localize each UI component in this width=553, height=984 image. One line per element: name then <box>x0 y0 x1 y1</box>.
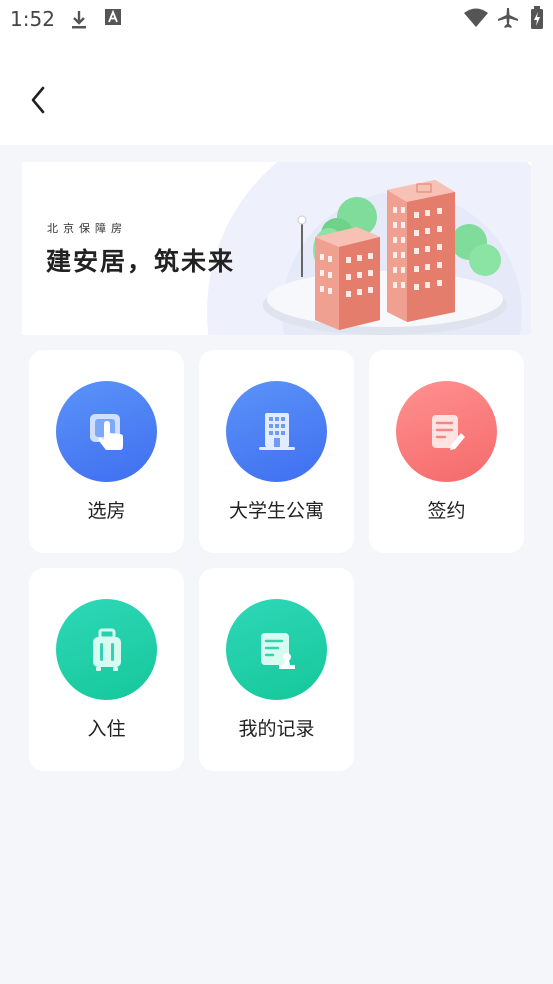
menu-card-check-in[interactable]: 入住 <box>29 568 184 771</box>
menu-label-student-apartment: 大学生公寓 <box>228 500 324 522</box>
menu-card-sign-contract[interactable]: 签约 <box>369 350 524 553</box>
status-time: 1:52 <box>10 7 55 31</box>
banner-title: 建安居，筑未来 <box>46 247 236 276</box>
banner[interactable]: 北京保障房 建安居，筑未来 <box>22 162 531 335</box>
back-button[interactable] <box>22 82 54 118</box>
wifi-icon <box>464 8 488 32</box>
font-a-icon <box>105 9 121 31</box>
menu-card-my-records[interactable]: 我的记录 <box>199 568 354 771</box>
download-icon <box>70 9 88 35</box>
banner-subtitle: 北京保障房 <box>47 222 127 235</box>
touch-select-icon <box>56 381 157 482</box>
buildings-illustration <box>263 180 507 335</box>
building-icon <box>226 381 327 482</box>
menu-card-student-apartment[interactable]: 大学生公寓 <box>199 350 354 553</box>
record-stamp-icon <box>226 599 327 700</box>
menu-label-my-records: 我的记录 <box>238 718 315 740</box>
airplane-icon <box>496 6 520 34</box>
top-bar <box>0 40 553 145</box>
chevron-left-icon <box>31 86 45 114</box>
luggage-icon <box>56 599 157 700</box>
battery-charging-icon <box>530 6 544 34</box>
status-bar: 1:52 <box>0 0 553 40</box>
contract-pen-icon <box>396 381 497 482</box>
menu-card-select-house[interactable]: 选房 <box>29 350 184 553</box>
menu-label-check-in: 入住 <box>87 718 126 740</box>
menu-label-select-house: 选房 <box>87 500 126 522</box>
menu-label-sign-contract: 签约 <box>427 500 466 522</box>
